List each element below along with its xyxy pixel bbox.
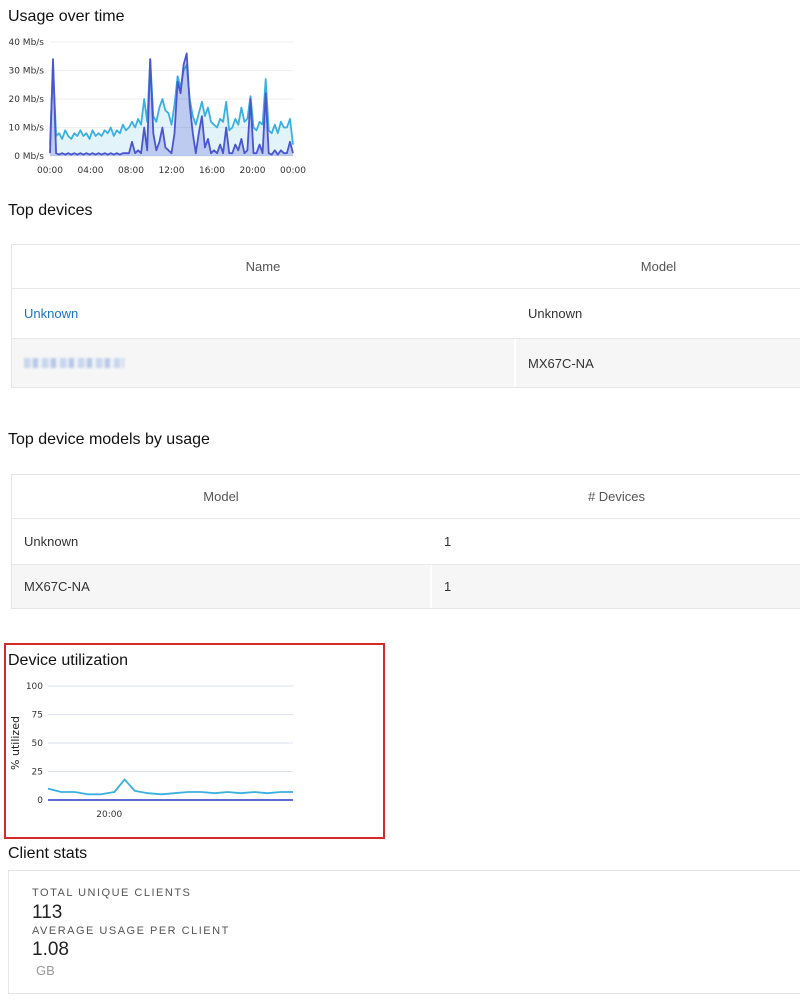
device-model: MX67C-NA: [528, 355, 594, 371]
top-models-table: Model # Devices Unknown 1 MX67C-NA 1: [11, 474, 800, 609]
client-stats-title: Client stats: [8, 845, 88, 862]
model-name: MX67C-NA: [12, 565, 432, 608]
y-tick-label: 50: [32, 739, 44, 749]
redacted-device-name[interactable]: [24, 358, 124, 368]
y-tick-label: 40 Mb/s: [8, 38, 44, 48]
x-tick-label: 00:00: [280, 166, 306, 176]
model-name: Unknown: [12, 519, 432, 564]
y-tick-label: 25: [32, 768, 43, 778]
y-tick-label: 0: [37, 796, 43, 806]
y-axis-title: % utilized: [9, 716, 22, 770]
top-devices-table: Name Model Unknown Unknown MX67C-NA: [11, 244, 800, 388]
device-count: 1: [444, 579, 452, 594]
top-devices-title: Top devices: [8, 202, 93, 219]
utilization-chart-svg: 0 25 50 75 100 20:00 % utilized: [9, 682, 293, 820]
table-header-row: Model # Devices: [12, 475, 800, 518]
table-row: MX67C-NA 1: [12, 564, 800, 608]
utilization-title: Device utilization: [8, 652, 129, 669]
y-tick-label: 0 Mb/s: [14, 152, 44, 162]
device-name-link[interactable]: Unknown: [24, 306, 78, 321]
device-count: 1: [444, 534, 452, 549]
column-header-model[interactable]: Model: [516, 245, 800, 288]
table-row: MX67C-NA: [12, 338, 800, 387]
y-tick-label: 100: [26, 682, 43, 692]
column-header-name[interactable]: Name: [12, 245, 516, 288]
x-tick-label: 04:00: [78, 166, 104, 176]
y-tick-label: 20 Mb/s: [8, 95, 44, 105]
avg-usage-label: AVERAGE USAGE PER CLIENT: [32, 925, 230, 937]
table-row: Unknown Unknown: [12, 288, 800, 338]
x-tick-label: 16:00: [199, 166, 225, 176]
utilization-chart: 0 25 50 75 100 20:00 % utilized: [0, 676, 310, 826]
usage-chart: 0 Mb/s 10 Mb/s 20 Mb/s 30 Mb/s 40 Mb/s 00:00 0…: [0, 34, 310, 184]
column-header-devices[interactable]: # Devices: [432, 475, 800, 518]
series-line: [47, 778, 293, 796]
top-models-title: Top device models by usage: [8, 431, 210, 448]
device-model: Unknown: [528, 306, 583, 321]
series-area: [50, 59, 293, 156]
x-tick-label: 00:00: [37, 166, 63, 176]
total-clients-value: 113: [32, 902, 63, 923]
usage-chart-svg: 0 Mb/s 10 Mb/s 20 Mb/s 30 Mb/s 40 Mb/s 00:00 0…: [8, 38, 306, 176]
x-tick-label: 20:00: [96, 810, 122, 820]
table-row: Unknown 1: [12, 518, 800, 564]
y-tick-label: 30 Mb/s: [8, 67, 44, 77]
total-clients-label: TOTAL UNIQUE CLIENTS: [32, 887, 192, 899]
x-tick-label: 12:00: [159, 166, 185, 176]
usage-title: Usage over time: [8, 8, 125, 25]
x-tick-label: 20:00: [240, 166, 266, 176]
x-tick-label: 08:00: [118, 166, 144, 176]
avg-usage-unit: GB: [36, 963, 55, 978]
client-stats-card: TOTAL UNIQUE CLIENTS 113 AVERAGE USAGE P…: [8, 870, 800, 994]
y-tick-label: 75: [32, 711, 43, 721]
avg-usage-value: 1.08: [32, 939, 69, 960]
y-tick-label: 10 Mb/s: [8, 124, 44, 134]
table-header-row: Name Model: [12, 245, 800, 288]
column-header-model[interactable]: Model: [12, 475, 432, 518]
